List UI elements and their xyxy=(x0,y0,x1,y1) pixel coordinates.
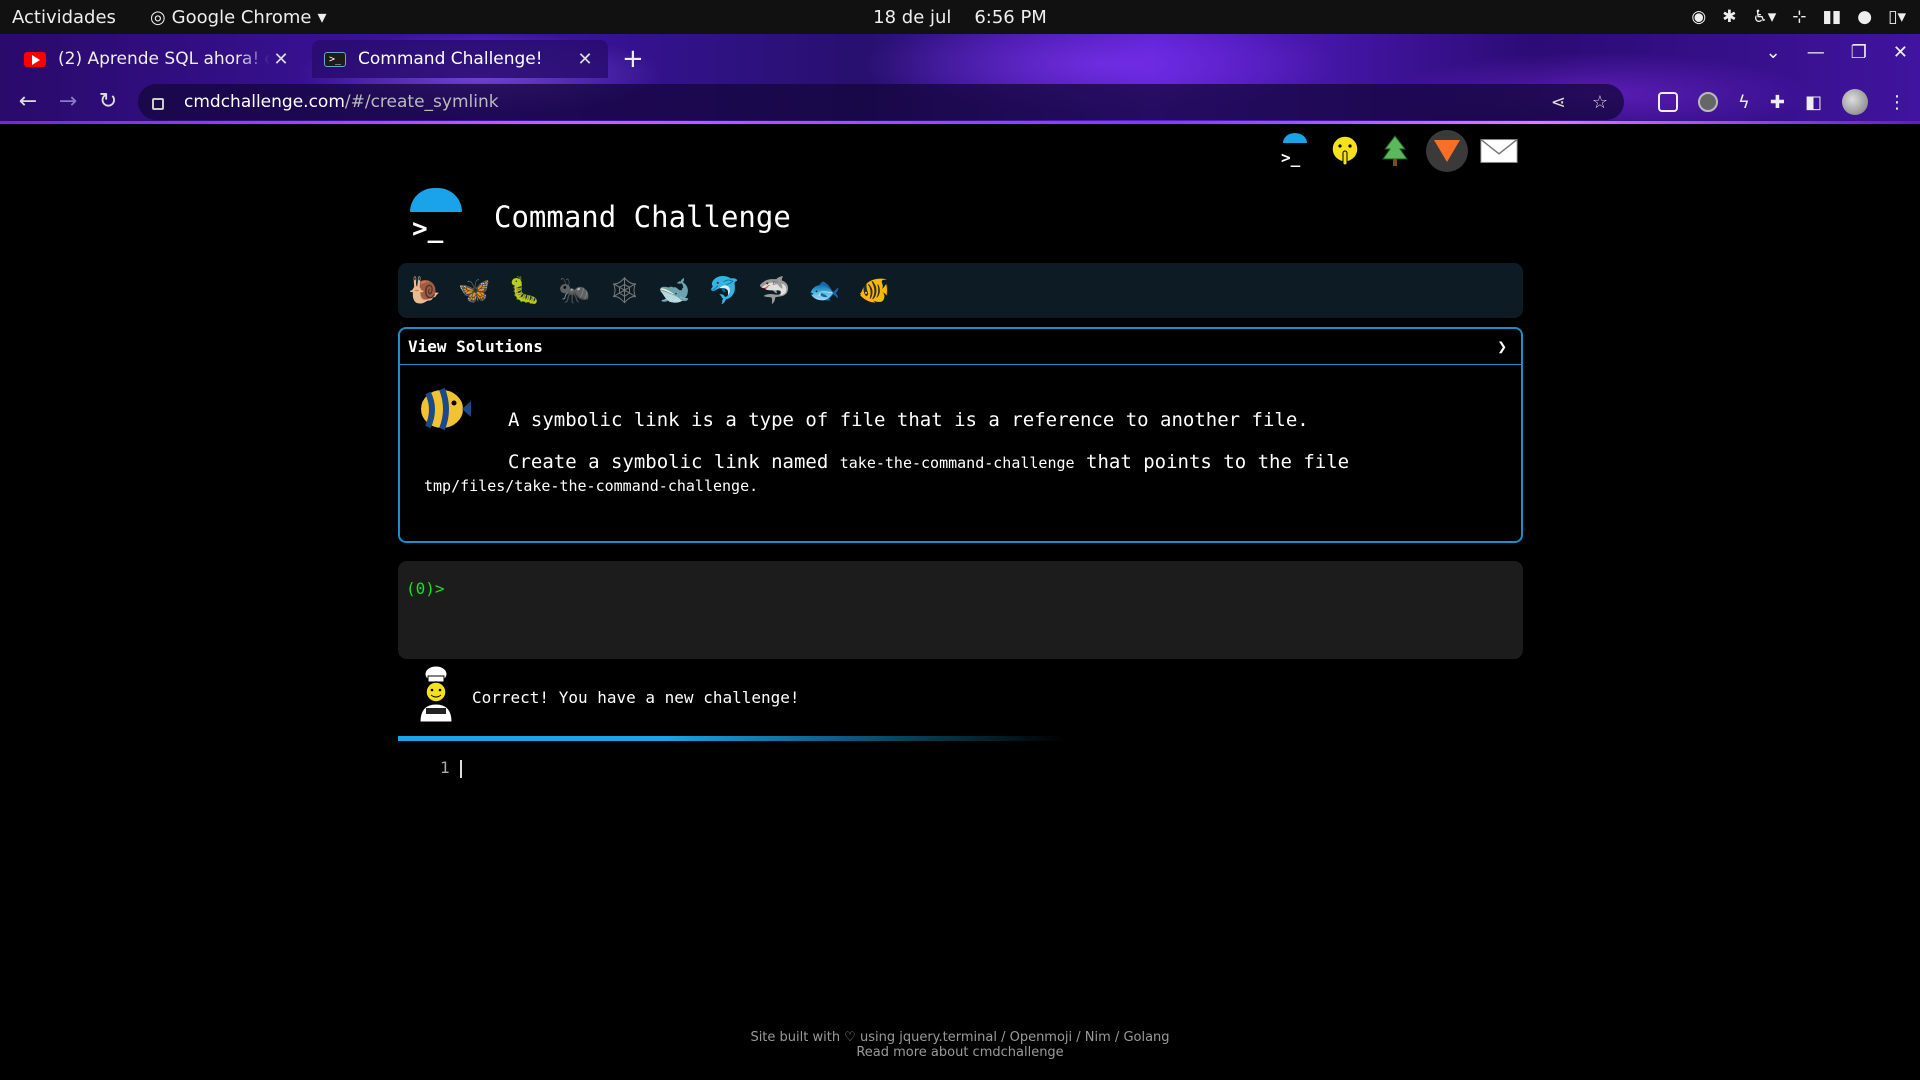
profile-avatar[interactable] xyxy=(1842,89,1868,115)
back-icon[interactable]: ← xyxy=(8,89,48,114)
symlink-name: take-the-command-challenge xyxy=(839,454,1075,472)
extension-bolt-icon[interactable]: ϟ xyxy=(1738,92,1750,113)
lock-icon[interactable] xyxy=(152,98,164,110)
tab-title: Command Challenge! xyxy=(358,49,543,69)
puzzle-icon[interactable]: ✚ xyxy=(1770,92,1785,113)
close-icon[interactable]: ✕ xyxy=(270,49,292,70)
dolphin-icon[interactable]: 🐬 xyxy=(708,275,740,307)
battery-icon[interactable]: ▯▾ xyxy=(1888,7,1906,27)
volume-icon[interactable]: ▮▮ xyxy=(1823,7,1842,27)
snail-icon[interactable]: 🐌 xyxy=(408,275,440,307)
system-tray[interactable]: ◉ ✱ ♿▾ ⊹ ▮▮ ● ▯▾ xyxy=(1691,0,1906,34)
terminal-icon: >_ xyxy=(324,51,346,67)
youtube-icon xyxy=(24,51,46,67)
tree-icon[interactable] xyxy=(1376,132,1414,170)
close-icon[interactable]: ✕ xyxy=(574,49,596,70)
site-header: >_ Command Challenge xyxy=(406,188,791,246)
browser-chrome: (2) Aprende SQL ahora! c ✕ >_ Command Ch… xyxy=(0,34,1920,124)
instruction-text-a: Create a symbolic link named xyxy=(508,451,829,473)
share-icon[interactable]: ⋖ xyxy=(1551,92,1566,113)
tab-title: (2) Aprende SQL ahora! c xyxy=(58,49,270,69)
tab-search-icon[interactable]: ⌄ xyxy=(1766,42,1781,63)
reload-icon[interactable]: ↻ xyxy=(88,89,128,114)
tab-command-challenge[interactable]: >_ Command Challenge! ✕ xyxy=(312,40,608,78)
svg-text:>_: >_ xyxy=(1281,148,1301,167)
target-path: tmp/files/take-the-command-challenge xyxy=(424,477,750,495)
address-bar[interactable]: cmdchallenge.com/#/create_symlink ⋖ ☆ xyxy=(138,84,1624,120)
restore-icon[interactable]: ❐ xyxy=(1851,42,1867,63)
whale-icon[interactable]: 🐋 xyxy=(658,275,690,307)
challenge-selector: 🐌 🦋 🐛 🐜 🕸 🐋 🐬 🦈 🐟 🐠 xyxy=(398,263,1523,318)
caterpillar-icon[interactable]: 🐛 xyxy=(508,275,540,307)
url-host: cmdchallenge.com xyxy=(184,92,345,112)
line-number: 1 xyxy=(440,758,450,777)
activities-button[interactable]: Actividades xyxy=(12,7,116,28)
close-window-icon[interactable]: ✕ xyxy=(1893,42,1908,63)
site-logo[interactable]: >_ xyxy=(406,188,464,246)
menu-kebab-icon[interactable]: ⋮ xyxy=(1888,92,1906,113)
slack-icon[interactable]: ✱ xyxy=(1722,7,1736,27)
text-caret xyxy=(459,759,462,778)
app-menu-label: Google Chrome xyxy=(171,6,312,28)
minimize-icon[interactable]: — xyxy=(1807,42,1825,63)
social-links: >_ xyxy=(1276,130,1518,172)
challenge-instruction: Create a symbolic link named take-the-co… xyxy=(508,451,1349,473)
microphone-icon[interactable]: ● xyxy=(1857,7,1872,27)
view-solutions-label: View Solutions xyxy=(408,337,543,356)
clock-time: 6:56 PM xyxy=(974,6,1047,28)
url-path: /#/create_symlink xyxy=(344,92,499,112)
challenge-description: A symbolic link is a type of file that i… xyxy=(508,409,1309,431)
mail-icon[interactable] xyxy=(1480,132,1518,170)
accessibility-icon[interactable]: ♿▾ xyxy=(1753,7,1777,27)
system-top-bar: Actividades ◎ Google Chrome ▾ 18 de jul … xyxy=(0,0,1920,34)
progress-bar xyxy=(398,736,1066,741)
view-solutions-toggle[interactable]: View Solutions ❯ xyxy=(400,329,1521,365)
gitlab-icon[interactable] xyxy=(1426,130,1468,172)
butterfly-icon[interactable]: 🦋 xyxy=(458,275,490,307)
solutions-panel: View Solutions ❯ A symbolic link is a ty… xyxy=(398,327,1523,543)
footer-credits[interactable]: Site built with ♡ using jquery.terminal … xyxy=(0,1030,1920,1045)
extension-circle-icon[interactable] xyxy=(1698,92,1719,112)
challenge-instruction-cont: tmp/files/take-the-command-challenge. xyxy=(424,477,758,495)
terminal[interactable]: (0)> xyxy=(398,561,1523,659)
new-tab-button[interactable]: + xyxy=(622,44,644,74)
chrome-icon: ◎ xyxy=(149,6,166,28)
bookmark-star-icon[interactable]: ☆ xyxy=(1592,92,1608,113)
tab-youtube[interactable]: (2) Aprende SQL ahora! c ✕ xyxy=(12,40,304,78)
footer: Site built with ♡ using jquery.terminal … xyxy=(0,1030,1920,1060)
side-panel-icon[interactable]: ◧ xyxy=(1805,92,1822,113)
instruction-text-c: . xyxy=(749,477,759,495)
discord-icon[interactable]: ◉ xyxy=(1691,7,1706,27)
browser-toolbar: ← → ↻ cmdchallenge.com/#/create_symlink … xyxy=(0,80,1920,122)
feedback-message: Correct! You have a new challenge! xyxy=(472,688,800,707)
spider-web-icon[interactable]: 🕸 xyxy=(608,275,641,307)
window-controls: ⌄ — ❐ ✕ xyxy=(1766,42,1908,63)
page-content: >_ >_ Command Challenge 🐌 🦋 🐛 🐜 🕸 🐋 🐬 🦈 … xyxy=(0,124,1920,1080)
chef-icon xyxy=(419,665,453,722)
instruction-text-b: that points to the file xyxy=(1086,451,1350,473)
extension-box-icon[interactable] xyxy=(1658,92,1679,112)
shushing-face-icon[interactable] xyxy=(1326,132,1364,170)
fish-icon[interactable]: 🐟 xyxy=(808,275,840,307)
forward-icon[interactable]: → xyxy=(48,89,88,114)
terminal-prompt: (0)> xyxy=(406,579,445,598)
ant-icon[interactable]: 🐜 xyxy=(558,275,590,307)
code-editor[interactable]: 1 xyxy=(440,758,462,778)
site-title: Command Challenge xyxy=(494,200,791,234)
shark-icon[interactable]: 🦈 xyxy=(758,275,790,307)
tropical-fish-icon[interactable]: 🐠 xyxy=(858,275,890,307)
chevron-right-icon: ❯ xyxy=(1497,337,1507,356)
network-icon[interactable]: ⊹ xyxy=(1792,7,1806,27)
footer-about-link[interactable]: Read more about cmdchallenge xyxy=(0,1045,1920,1060)
chevron-down-icon: ▾ xyxy=(317,6,327,28)
terminal-icon[interactable]: >_ xyxy=(1276,132,1314,170)
extensions-area: ϟ ✚ ◧ ⋮ xyxy=(1658,84,1906,120)
clock-date: 18 de jul xyxy=(873,6,952,28)
app-menu[interactable]: ◎ Google Chrome ▾ xyxy=(150,7,327,28)
tropical-fish-icon xyxy=(419,387,471,431)
